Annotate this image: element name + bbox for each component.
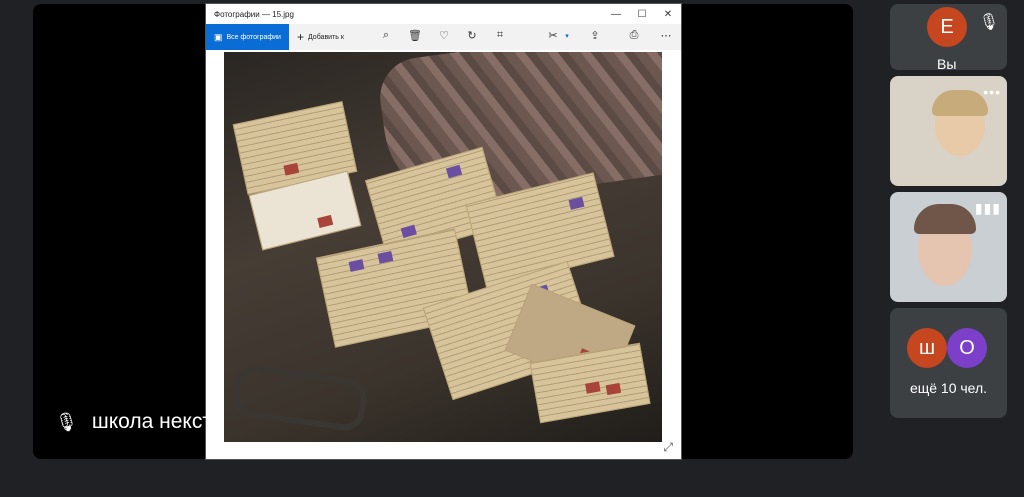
participant-name: Вы xyxy=(937,56,957,70)
mic-off-icon: 🎙︎ xyxy=(978,14,999,31)
avatar: E xyxy=(927,7,967,47)
image-icon: ▣ xyxy=(214,31,223,42)
more-options-icon[interactable]: ⋯ xyxy=(659,29,673,42)
print-icon[interactable]: ⎙ xyxy=(627,29,641,42)
delete-icon[interactable]: 🗑︎ xyxy=(408,29,422,42)
presenter-name: школа некст xyxy=(91,410,212,433)
heart-icon[interactable]: ♡ xyxy=(437,29,451,42)
avatar: ш xyxy=(907,328,947,368)
rotate-icon[interactable]: ↻ xyxy=(465,29,479,42)
participant-hair xyxy=(932,90,988,116)
participant-hair xyxy=(914,204,976,234)
crop-icon[interactable]: ⌗ xyxy=(493,29,507,42)
window-titlebar: Фотографии — 15.jpg — ☐ ✕ xyxy=(206,4,681,24)
all-photos-label: Все фотографии xyxy=(226,33,281,41)
participant-tile-you[interactable]: E 🎙︎ Вы xyxy=(890,4,1007,70)
presenter-label: 🎙︎ школа некст xyxy=(55,410,212,434)
expand-icon[interactable]: ⤢ xyxy=(663,440,673,455)
add-to-button[interactable]: + Добавить к xyxy=(297,30,344,44)
close-button[interactable]: ✕ xyxy=(655,4,681,24)
add-to-label: Добавить к xyxy=(307,33,344,41)
more-options-icon[interactable]: ••• xyxy=(983,84,1001,100)
edit-icon[interactable]: ✂ xyxy=(546,29,560,42)
window-title: Фотографии — 15.jpg xyxy=(214,9,294,19)
photo-viewer: ⤢ xyxy=(206,50,681,459)
more-participants-tile[interactable]: ш О ещё 10 чел. xyxy=(890,308,1007,418)
mic-off-icon: 🎙︎ xyxy=(55,411,78,432)
avatar: О xyxy=(947,328,987,368)
photos-toolbar: ▣ Все фотографии + Добавить к ⌕ 🗑︎ ♡ ↻ ⌗… xyxy=(206,24,681,50)
plus-icon: + xyxy=(296,30,304,44)
more-participants-label: ещё 10 чел. xyxy=(909,380,988,396)
maximize-button[interactable]: ☐ xyxy=(629,4,655,24)
minimize-button[interactable]: — xyxy=(603,4,629,24)
suitcase-handle xyxy=(231,363,369,433)
zoom-icon[interactable]: ⌕ xyxy=(379,29,393,42)
photos-app-window: Фотографии — 15.jpg — ☐ ✕ ▣ Все фотограф… xyxy=(206,4,681,459)
participant-tile-video[interactable]: ••• xyxy=(890,76,1007,186)
participant-tile-video[interactable]: ▮▮▮ xyxy=(890,192,1007,302)
letters-photo xyxy=(224,52,662,442)
window-controls: — ☐ ✕ xyxy=(603,4,681,24)
share-icon[interactable]: ⇪ xyxy=(588,29,602,42)
all-photos-button[interactable]: ▣ Все фотографии xyxy=(206,24,289,50)
chevron-down-icon[interactable]: ▾ xyxy=(560,32,574,40)
speaking-indicator-icon: ▮▮▮ xyxy=(974,200,1001,216)
